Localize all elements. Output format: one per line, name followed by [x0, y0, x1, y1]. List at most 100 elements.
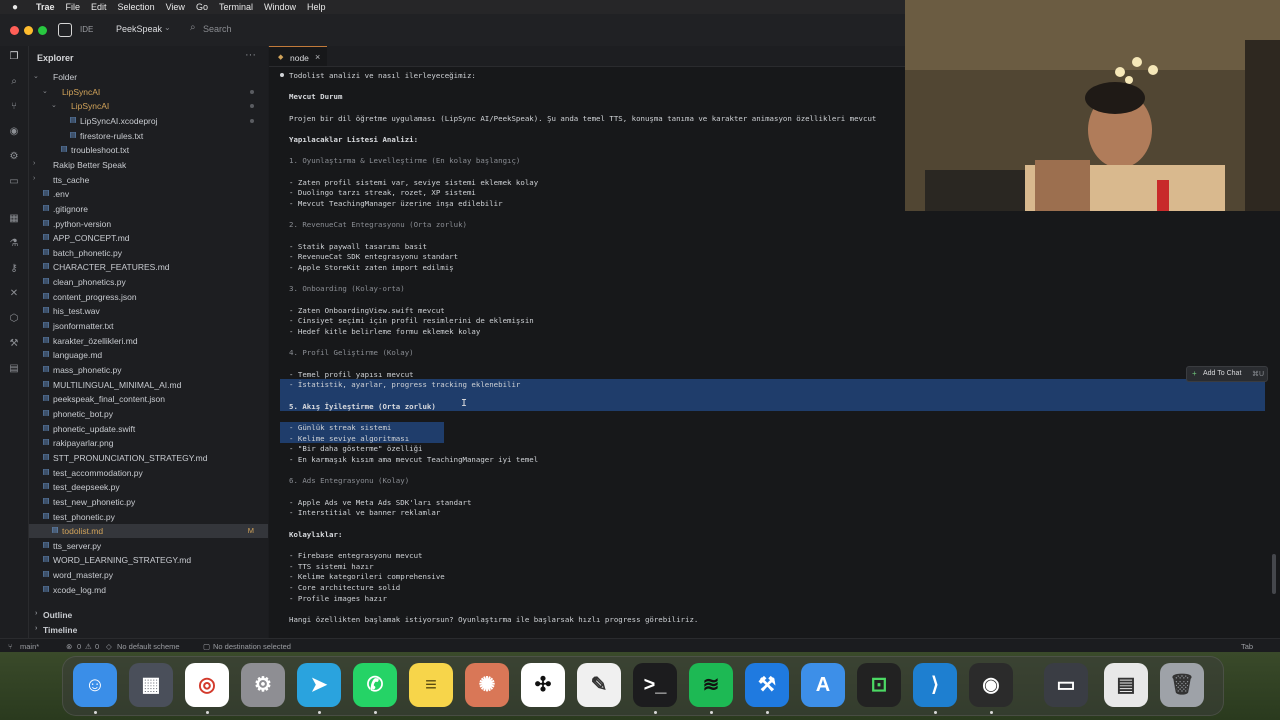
tree-file[interactable]: ▤ APP_CONCEPT.md — [29, 231, 268, 245]
tree-file[interactable]: ▤ word_master.py — [29, 568, 268, 582]
tree-folder[interactable]: ⌄ LipSyncAI — [29, 85, 268, 99]
menu-app[interactable]: Trae — [36, 2, 55, 12]
tree-file[interactable]: ▤ troubleshoot.txt — [29, 143, 268, 157]
source-control-icon[interactable]: ⑂ — [8, 101, 20, 113]
tree-file[interactable]: ▤ language.md — [29, 348, 268, 362]
search-input[interactable]: Search — [203, 24, 232, 34]
ide-label[interactable]: IDE — [80, 25, 93, 34]
explorer-icon[interactable]: ❐ — [8, 51, 20, 63]
tree-folder[interactable]: › tts_cache — [29, 173, 268, 187]
tree-file[interactable]: ▤ WORD_LEARNING_STRATEGY.md — [29, 553, 268, 567]
scrollbar[interactable] — [1272, 554, 1276, 594]
tree-folder[interactable]: ⌄ Folder — [29, 70, 268, 84]
launchpad-icon[interactable]: ▦ — [129, 663, 173, 707]
screen-app-icon[interactable]: ⊡ — [857, 663, 901, 707]
maximize-window-button[interactable] — [38, 26, 47, 35]
search-icon[interactable]: ⌕ — [8, 76, 20, 88]
menu-terminal[interactable]: Terminal — [219, 2, 253, 12]
vscode-icon[interactable]: ⟩ — [913, 663, 957, 707]
timeline-section[interactable]: › Timeline — [29, 623, 268, 637]
error-count[interactable]: 0 — [77, 642, 81, 651]
notes-icon[interactable]: ≡ — [409, 663, 453, 707]
claude-icon[interactable]: ✺ — [465, 663, 509, 707]
menu-help[interactable]: Help — [307, 2, 326, 12]
menu-file[interactable]: File — [66, 2, 81, 12]
add-to-chat-button[interactable]: + Add To Chat ⌘U — [1186, 366, 1268, 382]
chrome-icon[interactable]: ◎ — [185, 663, 229, 707]
tree-file[interactable]: ▤ karakter_özellikleri.md — [29, 334, 268, 348]
minimize-window-button[interactable] — [24, 26, 33, 35]
package-icon[interactable]: ⬡ — [8, 313, 20, 325]
more-actions-icon[interactable]: ··· — [245, 49, 256, 61]
ide-logo-icon[interactable] — [58, 23, 72, 37]
tree-file[interactable]: ▤ test_deepseek.py — [29, 480, 268, 494]
tree-file[interactable]: ▤ mass_phonetic.py — [29, 363, 268, 377]
outline-section[interactable]: › Outline — [29, 608, 268, 622]
tree-file[interactable]: ▤ test_phonetic.py — [29, 510, 268, 524]
textedit-icon[interactable]: ✎ — [577, 663, 621, 707]
menu-view[interactable]: View — [166, 2, 185, 12]
tree-file[interactable]: ▤ todolist.md M — [29, 524, 268, 539]
tree-file[interactable]: ▤ batch_phonetic.py — [29, 246, 268, 260]
tree-file[interactable]: ▤ phonetic_bot.py — [29, 407, 268, 421]
destination-selector[interactable]: No destination selected — [213, 642, 291, 651]
trash-icon[interactable]: 🗑 — [1160, 663, 1204, 707]
tree-file[interactable]: ▤ LipSyncAI.xcodeproj — [29, 114, 268, 128]
tree-file[interactable]: ▤ clean_phonetics.py — [29, 275, 268, 289]
tree-file[interactable]: ▤ .gitignore — [29, 202, 268, 216]
terminal-icon[interactable]: >_ — [633, 663, 677, 707]
terminal-panel-icon[interactable]: ▤ — [8, 363, 20, 375]
apple-icon[interactable]: ● — [12, 2, 28, 13]
project-switcher[interactable]: PeekSpeak — [116, 24, 162, 34]
screenshot-icon[interactable]: ▭ — [1044, 663, 1088, 707]
tree-file[interactable]: ▤ STT_PRONUNCIATION_STRATEGY.md — [29, 451, 268, 465]
tree-file[interactable]: ▤ his_test.wav — [29, 304, 268, 318]
tab-node[interactable]: ◆ node × — [269, 46, 327, 66]
warning-count[interactable]: 0 — [95, 642, 99, 651]
tree-file[interactable]: ▤ firestore-rules.txt — [29, 129, 268, 143]
system-settings-icon[interactable]: ⚙ — [241, 663, 285, 707]
instruments-icon[interactable]: A — [801, 663, 845, 707]
tree-file[interactable]: ▤ jsonformatter.txt — [29, 319, 268, 333]
tree-file[interactable]: ▤ tts_server.py — [29, 539, 268, 553]
tree-file[interactable]: ▤ MULTILINGUAL_MINIMAL_AI.md — [29, 378, 268, 392]
menu-edit[interactable]: Edit — [91, 2, 107, 12]
whatsapp-icon[interactable]: ✆ — [353, 663, 397, 707]
obs-icon[interactable]: ◉ — [969, 663, 1013, 707]
tree-file[interactable]: ▤ test_accommodation.py — [29, 466, 268, 480]
tree-file[interactable]: ▤ content_progress.json — [29, 290, 268, 304]
preview-icon[interactable]: ▤ — [1104, 663, 1148, 707]
tree-file[interactable]: ▤ peekspeak_final_content.json — [29, 392, 268, 406]
close-icon[interactable]: × — [315, 52, 320, 62]
finder-icon[interactable]: ☺ — [73, 663, 117, 707]
close-window-button[interactable] — [10, 26, 19, 35]
xcode-icon[interactable]: ⚒ — [745, 663, 789, 707]
key-icon[interactable]: ⚷ — [8, 263, 20, 275]
hammer-icon[interactable]: ⚒ — [8, 338, 20, 350]
tools-icon[interactable]: ✕ — [8, 288, 20, 300]
menu-selection[interactable]: Selection — [118, 2, 155, 12]
tree-file[interactable]: ▤ xcode_log.md — [29, 583, 268, 597]
tab-size-indicator[interactable]: Tab — [1241, 642, 1253, 651]
chevron-down-icon[interactable]: ⌄ — [164, 23, 171, 32]
scheme-selector[interactable]: No default scheme — [117, 642, 180, 651]
flask-icon[interactable]: ⚗ — [8, 238, 20, 250]
tree-file[interactable]: ▤ .env — [29, 187, 268, 201]
debug-icon[interactable]: ◉ — [8, 126, 20, 138]
remote-icon[interactable]: ▭ — [8, 176, 20, 188]
tree-file[interactable]: ▤ test_new_phonetic.py — [29, 495, 268, 509]
tree-file[interactable]: ▤ rakipayarlar.png — [29, 436, 268, 450]
tree-folder[interactable]: ⌄ LipSyncAI — [29, 99, 268, 113]
tree-file[interactable]: ▤ phonetic_update.swift — [29, 422, 268, 436]
settings-gear-icon[interactable]: ⚙ — [8, 151, 20, 163]
chatgpt-icon[interactable]: ✣ — [521, 663, 565, 707]
extensions-icon[interactable]: ▦ — [8, 213, 20, 225]
tree-folder[interactable]: › Rakip Better Speak — [29, 158, 268, 172]
tree-file[interactable]: ▤ .python-version — [29, 217, 268, 231]
menu-window[interactable]: Window — [264, 2, 296, 12]
tree-file[interactable]: ▤ CHARACTER_FEATURES.md — [29, 260, 268, 274]
branch-label[interactable]: main* — [20, 642, 39, 651]
spotify-icon[interactable]: ≋ — [689, 663, 733, 707]
telegram-icon[interactable]: ➤ — [297, 663, 341, 707]
menu-go[interactable]: Go — [196, 2, 208, 12]
